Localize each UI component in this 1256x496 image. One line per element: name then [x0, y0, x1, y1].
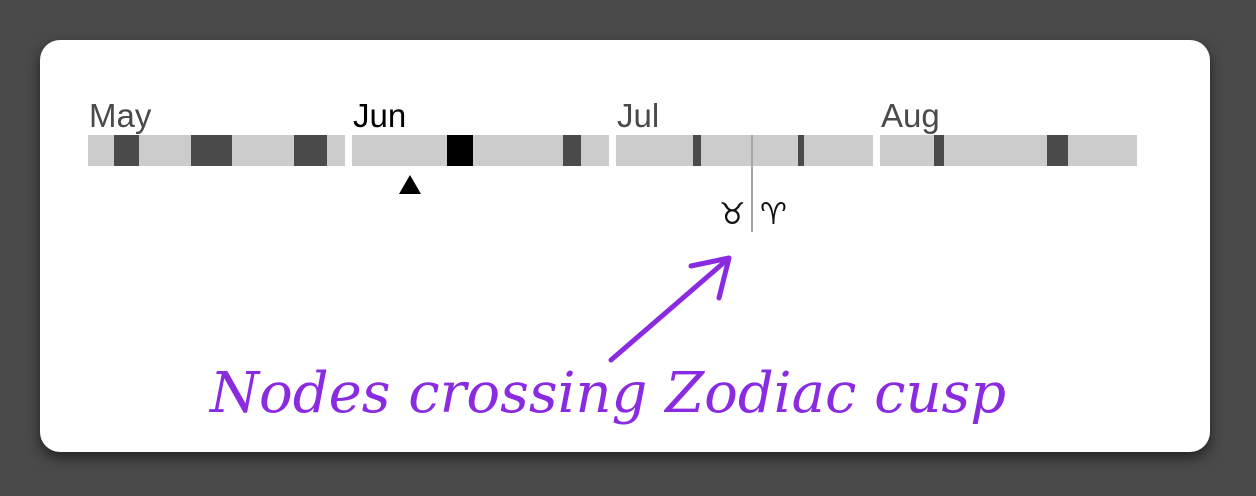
annotation-text: Nodes crossing Zodiac cusp: [210, 361, 1007, 426]
